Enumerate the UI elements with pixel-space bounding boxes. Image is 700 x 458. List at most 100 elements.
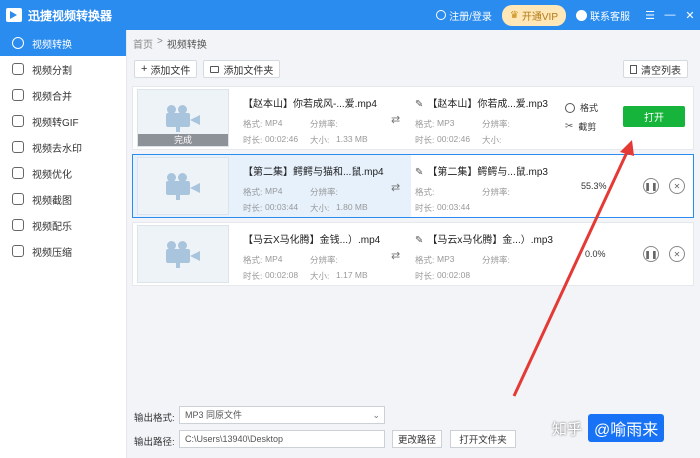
source-info: 【马云X马化腾】金钱...）.mp4 格式: MP4 分辨率: 时长: 00:02:… [243, 231, 393, 282]
output-resolution [508, 118, 548, 130]
open-folder-button[interactable]: 打开文件夹 [450, 430, 516, 448]
output-resolution [508, 254, 548, 266]
rename-icon[interactable]: ✎ [415, 99, 423, 110]
duration-label: 时长: [415, 271, 435, 281]
source-filename: 【马云X马化腾】金钱...）.mp4 [243, 235, 381, 246]
rename-icon[interactable]: ✎ [415, 167, 423, 178]
menu-icon[interactable]: ☰ [640, 0, 660, 30]
sidebar-item-label: 视频配乐 [32, 221, 72, 233]
sidebar-item-video-compress[interactable]: 视频压缩 [0, 238, 126, 264]
breadcrumb: 首页 > 视频转换 [133, 36, 207, 51]
output-path-input[interactable] [179, 430, 385, 448]
add-folder-button[interactable]: 添加文件夹 [203, 60, 281, 78]
duration-label: 时长: [243, 271, 263, 281]
sidebar-item-label: 视频截图 [32, 195, 72, 207]
source-duration: 00:03:44 [265, 202, 299, 212]
output-filename: 【马云x马化腾】金...）.mp3 [427, 235, 553, 246]
service-icon [576, 9, 587, 21]
source-format: MP4 [265, 254, 283, 264]
output-info: ✎ 【马云x马化腾】金...）.mp3 格式: MP3 分辨率: 时长: 00:02:… [415, 231, 565, 282]
add-folder-label: 添加文件夹 [223, 65, 274, 77]
format-label: 格式: [415, 119, 435, 129]
cancel-button[interactable]: ✕ [669, 178, 685, 194]
output-path-label: 输出路径: [134, 437, 175, 448]
resolution-label: 分辨率: [310, 255, 338, 265]
folder-icon [210, 65, 220, 73]
resolution-label: 分辨率: [310, 119, 338, 129]
breadcrumb-current: 视频转换 [166, 40, 207, 51]
breadcrumb-home[interactable]: 首页 [133, 36, 153, 51]
open-button[interactable]: 打开 [623, 106, 685, 127]
progress-percent: 0.0% [585, 249, 606, 259]
sidebar-item-video-music[interactable]: 视频配乐 [0, 212, 126, 238]
output-filename: 【第二集】鳄鳄与...鼠.mp3 [427, 167, 548, 178]
chevron-down-icon: ⌄ [372, 410, 380, 420]
sidebar-item-video-optimize[interactable]: 视频优化 [0, 160, 126, 186]
vip-button[interactable]: ♛ 开通VIP [501, 4, 566, 26]
login-label: 注册/登录 [449, 11, 492, 23]
crown-icon: ♛ [509, 9, 519, 21]
cut-button[interactable]: ✂ 截剪 [565, 120, 598, 133]
sidebar-item-remove-watermark[interactable]: 视频去水印 [0, 134, 126, 160]
clear-list-button[interactable]: 清空列表 [623, 60, 688, 78]
file-row[interactable]: 【马云X马化腾】金钱...）.mp4 格式: MP4 分辨率: 时长: 00:02:… [132, 222, 694, 286]
sidebar-item-video-gif[interactable]: 视频转GIF [0, 108, 126, 134]
pause-button[interactable]: ❚❚ [643, 246, 659, 262]
music-icon [12, 219, 24, 231]
format-label: 格式: [415, 255, 435, 265]
source-size: 1.33 MB [336, 134, 368, 144]
pause-button[interactable]: ❚❚ [643, 178, 659, 194]
output-format-value: MP3 同原文件 [185, 410, 243, 420]
pause-icon: ❚❚ [644, 249, 658, 259]
sidebar-item-video-convert[interactable]: 视频转换 [0, 30, 126, 56]
sidebar-item-video-merge[interactable]: 视频合并 [0, 82, 126, 108]
format-label: 格式: [243, 187, 263, 197]
toolbar: + 添加文件 添加文件夹 清空列表 [134, 60, 694, 78]
output-resolution [508, 186, 548, 198]
file-row[interactable]: 【第二集】鳄鳄与猫和...鼠.mp4 格式: MP4 分辨率: 时长: 00:03:… [132, 154, 694, 218]
output-format [437, 186, 482, 198]
size-label: 大小: [482, 135, 502, 145]
customer-service-link[interactable]: 联系客服 [576, 8, 630, 23]
sidebar-item-video-split[interactable]: 视频分割 [0, 56, 126, 82]
convert-icon [12, 37, 24, 49]
minimize-icon[interactable]: — [660, 0, 680, 30]
vip-label: 开通VIP [521, 11, 558, 23]
trash-icon [630, 64, 637, 74]
output-format-select[interactable]: MP3 同原文件 ⌄ [179, 406, 385, 424]
file-row[interactable]: 完成 【赵本山】你若成风-...爱.mp4 格式: MP4 分辨率: 时长: 00:… [132, 86, 694, 150]
output-filename: 【赵本山】你若成...爱.mp3 [427, 99, 548, 110]
gif-icon [12, 115, 24, 127]
login-link[interactable]: 注册/登录 [436, 8, 492, 23]
resolution-label: 分辨率: [310, 187, 338, 197]
cut-label: 截剪 [578, 122, 597, 132]
change-path-button[interactable]: 更改路径 [392, 430, 442, 448]
output-format-label: 输出格式: [134, 413, 175, 424]
format-label: 格式: [243, 119, 263, 129]
output-format: MP3 [437, 254, 455, 264]
add-file-label: 添加文件 [150, 65, 191, 77]
sidebar-item-label: 视频去水印 [32, 143, 82, 155]
source-size: 1.17 MB [336, 270, 368, 280]
compress-icon [12, 245, 24, 257]
output-duration: 00:02:46 [437, 134, 471, 144]
format-settings-button[interactable]: 格式 [565, 101, 598, 114]
source-format: MP4 [265, 118, 283, 128]
source-duration: 00:02:46 [265, 134, 299, 144]
source-resolution [336, 118, 376, 130]
output-duration: 00:03:44 [437, 202, 471, 212]
add-file-button[interactable]: + 添加文件 [134, 60, 198, 78]
format-label: 格式: [243, 255, 263, 265]
resolution-label: 分辨率: [482, 255, 510, 265]
convert-arrow-icon: ⇄ [391, 250, 401, 262]
rename-icon[interactable]: ✎ [415, 235, 423, 246]
cancel-button[interactable]: ✕ [669, 246, 685, 262]
app-title: 迅捷视频转换器 [28, 8, 113, 23]
close-icon[interactable]: ✕ [680, 0, 700, 30]
source-info: 【赵本山】你若成风-...爱.mp4 格式: MP4 分辨率: 时长: 00:02:… [243, 95, 393, 146]
sidebar-item-video-screenshot[interactable]: 视频截图 [0, 186, 126, 212]
convert-arrow-icon: ⇄ [391, 114, 401, 126]
plus-icon: + [141, 63, 148, 75]
close-icon: ✕ [673, 249, 681, 259]
close-icon: ✕ [673, 181, 681, 191]
